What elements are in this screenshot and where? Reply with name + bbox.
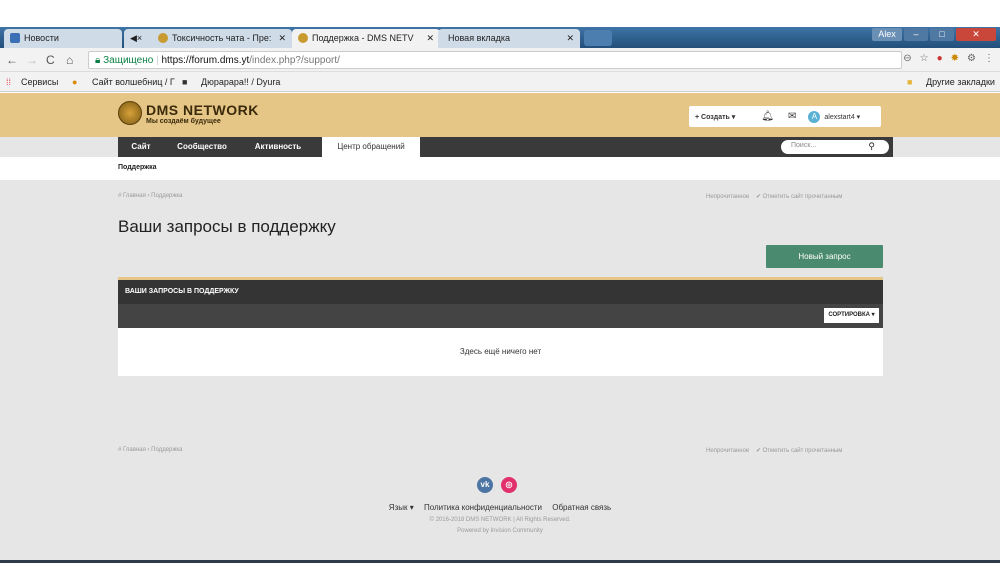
close-tab-icon[interactable]: ✕ xyxy=(566,33,574,44)
home-icon[interactable]: ⌂ xyxy=(66,53,73,67)
feedback-link[interactable]: Обратная связь xyxy=(552,503,611,512)
tab-toxicity[interactable]: ◀× Токсичность чата - Пре: ✕ xyxy=(124,29,292,48)
nav-activity[interactable]: Активность xyxy=(248,137,308,157)
breadcrumb-actions-bottom: Непрочитанное ✔ Отметить сайт прочитанны… xyxy=(706,447,842,454)
zoom-icon[interactable]: ⊖ xyxy=(903,53,911,64)
browser-tab-bar: Новости ◀× Токсичность чата - Пре: ✕ Под… xyxy=(0,27,1000,49)
top-margin xyxy=(0,0,1000,27)
window-controls: Alex – □ ✕ xyxy=(872,28,996,41)
lock-icon: 🔒︎ xyxy=(95,55,104,66)
site-logo[interactable]: DMS NETWORK Мы создаём будущее xyxy=(118,101,259,125)
breadcrumb-actions: Непрочитанное ✔ Отметить сайт прочитанны… xyxy=(706,193,842,200)
privacy-link[interactable]: Политика конфиденциальности xyxy=(424,503,542,512)
adblock-icon[interactable]: ● xyxy=(937,53,943,64)
requests-panel: ВАШИ ЗАПРОСЫ В ПОДДЕРЖКУ СОРТИРОВКА ▾ Зд… xyxy=(118,277,883,377)
settings-icon[interactable]: ⚙ xyxy=(967,53,976,64)
address-bar: ← → C ⌂ 🔒︎ Защищено | https://forum.dms.… xyxy=(0,48,1000,72)
sub-nav: Поддержка xyxy=(0,157,1000,180)
tab-news[interactable]: Новости xyxy=(4,29,122,48)
powered-by[interactable]: Powered by Invision Community xyxy=(0,528,1000,534)
folder-icon: ■ xyxy=(907,77,913,87)
news-icon xyxy=(10,33,20,43)
toolbar-icons: ⊖ ☆ ● ✸ ⚙ ⋮ xyxy=(903,53,994,64)
tab-new[interactable]: Новая вкладка ✕ xyxy=(438,29,580,48)
star-icon[interactable]: ☆ xyxy=(920,53,929,64)
vk-icon[interactable]: vk xyxy=(477,477,493,493)
durarara-icon: ■ xyxy=(182,77,188,87)
sort-button[interactable]: СОРТИРОВКА ▾ xyxy=(824,308,879,323)
close-window-icon[interactable]: ✕ xyxy=(956,28,996,41)
breadcrumb-bottom[interactable]: # Главная › Поддержка xyxy=(118,447,182,453)
close-tab-icon[interactable]: ✕ xyxy=(278,33,286,44)
page-title: Ваши запросы в поддержку xyxy=(118,217,336,236)
social-links: vk ◎ xyxy=(477,477,517,493)
copyright: © 2016-2018 DMS NETWORK | All Rights Res… xyxy=(429,517,571,523)
bookmarks-bar: ⁞⁞ Сервисы ● Сайт волшебниц / Г ■ Дюрара… xyxy=(0,72,1000,92)
forward-icon[interactable]: → xyxy=(26,53,38,67)
site-header: DMS NETWORK Мы создаём будущее + Создать… xyxy=(0,93,1000,137)
search-input[interactable]: Поиск... ⚲ xyxy=(781,140,889,154)
forum-page: DMS NETWORK Мы создаём будущее + Создать… xyxy=(0,93,1000,563)
mark-read-link[interactable]: ✔ Отметить сайт прочитанным xyxy=(756,448,842,454)
nav-community[interactable]: Сообщество xyxy=(170,137,234,157)
empty-message: Здесь ещё ничего нет xyxy=(118,328,883,376)
user-bar: + Создать ▾ 🔔︎ ✉ A alexstart4 ▾ xyxy=(689,106,881,127)
bookmark-durarara[interactable]: Дюрарара!! / Dyura xyxy=(201,77,280,87)
nav-site[interactable]: Сайт xyxy=(118,137,164,157)
reload-icon[interactable]: C xyxy=(46,53,55,67)
minimize-icon[interactable]: – xyxy=(904,28,928,41)
username-menu[interactable]: alexstart4 ▾ xyxy=(824,113,860,121)
unread-link[interactable]: Непрочитанное xyxy=(706,194,749,200)
main-nav: Сайт Сообщество Активность Центр обращен… xyxy=(118,137,893,157)
unread-link[interactable]: Непрочитанное xyxy=(706,448,749,454)
dms-favicon-icon xyxy=(298,33,308,43)
avatar[interactable]: A xyxy=(808,110,821,123)
subnav-support[interactable]: Поддержка xyxy=(118,164,157,171)
instagram-icon[interactable]: ◎ xyxy=(501,477,517,493)
breadcrumb[interactable]: # Главная › Поддержка xyxy=(118,193,182,199)
new-tab-button[interactable] xyxy=(584,30,612,46)
back-icon[interactable]: ← xyxy=(6,53,18,67)
language-link[interactable]: Язык ▾ xyxy=(389,503,414,512)
url-input[interactable]: 🔒︎ Защищено | https://forum.dms.yt/index… xyxy=(88,51,902,69)
bookmark-services[interactable]: Сервисы xyxy=(21,77,58,87)
mail-icon[interactable]: ✉ xyxy=(788,111,796,122)
extension-icon[interactable]: ✸ xyxy=(951,53,959,64)
dms-favicon-icon xyxy=(158,33,168,43)
menu-icon[interactable]: ⋮ xyxy=(984,53,994,64)
panel-title: ВАШИ ЗАПРОСЫ В ПОДДЕРЖКУ xyxy=(118,280,883,304)
wizard-icon: ● xyxy=(72,77,78,87)
bell-icon[interactable]: 🔔︎ xyxy=(761,111,774,122)
footer-links: Язык ▾ Политика конфиденциальности Обрат… xyxy=(0,503,1000,512)
other-bookmarks[interactable]: Другие закладки xyxy=(926,77,995,87)
mark-read-link[interactable]: ✔ Отметить сайт прочитанным xyxy=(756,194,842,200)
search-icon[interactable]: ⚲ xyxy=(868,141,875,152)
apps-icon[interactable]: ⁞⁞ xyxy=(6,77,11,87)
new-request-button[interactable]: Новый запрос xyxy=(766,245,883,268)
nav-support-center[interactable]: Центр обращений xyxy=(322,137,420,157)
create-button[interactable]: + Создать ▾ xyxy=(695,113,735,121)
logo-emblem-icon xyxy=(118,101,142,125)
bookmark-wizards[interactable]: Сайт волшебниц / Г xyxy=(92,77,175,87)
maximize-icon[interactable]: □ xyxy=(930,28,954,41)
panel-toolbar: СОРТИРОВКА ▾ xyxy=(118,304,883,328)
close-tab-icon[interactable]: ✕ xyxy=(426,33,434,44)
tab-support[interactable]: Поддержка - DMS NETV ✕ xyxy=(292,29,440,49)
mute-icon[interactable]: ◀× xyxy=(130,33,142,44)
profile-button[interactable]: Alex xyxy=(872,28,902,41)
